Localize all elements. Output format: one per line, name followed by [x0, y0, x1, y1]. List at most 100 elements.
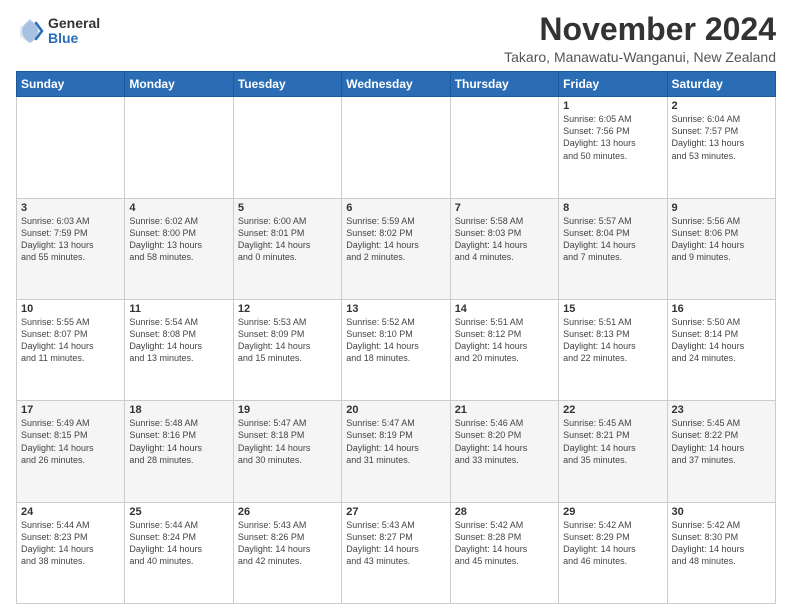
cell-2-0: 10Sunrise: 5:55 AMSunset: 8:07 PMDayligh… — [17, 299, 125, 400]
day-info: Sunrise: 6:03 AMSunset: 7:59 PMDaylight:… — [21, 215, 120, 264]
logo-icon — [16, 17, 44, 45]
day-info: Sunrise: 5:58 AMSunset: 8:03 PMDaylight:… — [455, 215, 554, 264]
day-info: Sunrise: 5:54 AMSunset: 8:08 PMDaylight:… — [129, 316, 228, 365]
day-number: 19 — [238, 404, 337, 416]
day-number: 22 — [563, 404, 662, 416]
day-info: Sunrise: 5:44 AMSunset: 8:23 PMDaylight:… — [21, 519, 120, 568]
page: General Blue November 2024 Takaro, Manaw… — [0, 0, 792, 612]
cell-0-0 — [17, 97, 125, 198]
day-number: 2 — [672, 100, 771, 112]
cell-0-3 — [342, 97, 450, 198]
cell-2-6: 16Sunrise: 5:50 AMSunset: 8:14 PMDayligh… — [667, 299, 775, 400]
cell-3-2: 19Sunrise: 5:47 AMSunset: 8:18 PMDayligh… — [233, 401, 341, 502]
day-number: 20 — [346, 404, 445, 416]
title-section: November 2024 Takaro, Manawatu-Wanganui,… — [504, 12, 776, 65]
day-number: 7 — [455, 202, 554, 214]
cell-1-3: 6Sunrise: 5:59 AMSunset: 8:02 PMDaylight… — [342, 198, 450, 299]
cell-0-1 — [125, 97, 233, 198]
cell-3-1: 18Sunrise: 5:48 AMSunset: 8:16 PMDayligh… — [125, 401, 233, 502]
day-number: 14 — [455, 303, 554, 315]
day-info: Sunrise: 5:44 AMSunset: 8:24 PMDaylight:… — [129, 519, 228, 568]
day-number: 29 — [563, 506, 662, 518]
day-number: 17 — [21, 404, 120, 416]
week-row-4: 17Sunrise: 5:49 AMSunset: 8:15 PMDayligh… — [17, 401, 776, 502]
day-number: 5 — [238, 202, 337, 214]
main-title: November 2024 — [504, 12, 776, 47]
cell-2-1: 11Sunrise: 5:54 AMSunset: 8:08 PMDayligh… — [125, 299, 233, 400]
cell-4-0: 24Sunrise: 5:44 AMSunset: 8:23 PMDayligh… — [17, 502, 125, 603]
day-number: 4 — [129, 202, 228, 214]
logo-text: General Blue — [48, 16, 100, 47]
col-monday: Monday — [125, 72, 233, 97]
day-info: Sunrise: 6:04 AMSunset: 7:57 PMDaylight:… — [672, 113, 771, 162]
day-info: Sunrise: 5:47 AMSunset: 8:18 PMDaylight:… — [238, 417, 337, 466]
day-info: Sunrise: 5:57 AMSunset: 8:04 PMDaylight:… — [563, 215, 662, 264]
weekday-row: Sunday Monday Tuesday Wednesday Thursday… — [17, 72, 776, 97]
day-info: Sunrise: 5:46 AMSunset: 8:20 PMDaylight:… — [455, 417, 554, 466]
week-row-3: 10Sunrise: 5:55 AMSunset: 8:07 PMDayligh… — [17, 299, 776, 400]
cell-3-3: 20Sunrise: 5:47 AMSunset: 8:19 PMDayligh… — [342, 401, 450, 502]
cell-1-6: 9Sunrise: 5:56 AMSunset: 8:06 PMDaylight… — [667, 198, 775, 299]
cell-4-5: 29Sunrise: 5:42 AMSunset: 8:29 PMDayligh… — [559, 502, 667, 603]
cell-0-6: 2Sunrise: 6:04 AMSunset: 7:57 PMDaylight… — [667, 97, 775, 198]
cell-2-5: 15Sunrise: 5:51 AMSunset: 8:13 PMDayligh… — [559, 299, 667, 400]
week-row-1: 1Sunrise: 6:05 AMSunset: 7:56 PMDaylight… — [17, 97, 776, 198]
day-info: Sunrise: 5:42 AMSunset: 8:28 PMDaylight:… — [455, 519, 554, 568]
logo-blue-text: Blue — [48, 31, 100, 46]
day-info: Sunrise: 5:45 AMSunset: 8:22 PMDaylight:… — [672, 417, 771, 466]
day-number: 13 — [346, 303, 445, 315]
cell-4-6: 30Sunrise: 5:42 AMSunset: 8:30 PMDayligh… — [667, 502, 775, 603]
logo: General Blue — [16, 16, 100, 47]
calendar-header: Sunday Monday Tuesday Wednesday Thursday… — [17, 72, 776, 97]
day-info: Sunrise: 5:55 AMSunset: 8:07 PMDaylight:… — [21, 316, 120, 365]
cell-2-2: 12Sunrise: 5:53 AMSunset: 8:09 PMDayligh… — [233, 299, 341, 400]
cell-2-4: 14Sunrise: 5:51 AMSunset: 8:12 PMDayligh… — [450, 299, 558, 400]
cell-3-5: 22Sunrise: 5:45 AMSunset: 8:21 PMDayligh… — [559, 401, 667, 502]
day-number: 24 — [21, 506, 120, 518]
day-number: 18 — [129, 404, 228, 416]
col-saturday: Saturday — [667, 72, 775, 97]
cell-1-0: 3Sunrise: 6:03 AMSunset: 7:59 PMDaylight… — [17, 198, 125, 299]
day-number: 8 — [563, 202, 662, 214]
cell-1-2: 5Sunrise: 6:00 AMSunset: 8:01 PMDaylight… — [233, 198, 341, 299]
day-number: 11 — [129, 303, 228, 315]
day-number: 26 — [238, 506, 337, 518]
cell-1-4: 7Sunrise: 5:58 AMSunset: 8:03 PMDaylight… — [450, 198, 558, 299]
day-number: 21 — [455, 404, 554, 416]
day-number: 27 — [346, 506, 445, 518]
day-number: 10 — [21, 303, 120, 315]
calendar: Sunday Monday Tuesday Wednesday Thursday… — [16, 71, 776, 604]
day-info: Sunrise: 5:52 AMSunset: 8:10 PMDaylight:… — [346, 316, 445, 365]
col-sunday: Sunday — [17, 72, 125, 97]
cell-0-2 — [233, 97, 341, 198]
day-info: Sunrise: 5:59 AMSunset: 8:02 PMDaylight:… — [346, 215, 445, 264]
day-info: Sunrise: 6:00 AMSunset: 8:01 PMDaylight:… — [238, 215, 337, 264]
cell-3-0: 17Sunrise: 5:49 AMSunset: 8:15 PMDayligh… — [17, 401, 125, 502]
cell-0-5: 1Sunrise: 6:05 AMSunset: 7:56 PMDaylight… — [559, 97, 667, 198]
day-info: Sunrise: 5:48 AMSunset: 8:16 PMDaylight:… — [129, 417, 228, 466]
day-info: Sunrise: 5:49 AMSunset: 8:15 PMDaylight:… — [21, 417, 120, 466]
day-number: 9 — [672, 202, 771, 214]
week-row-2: 3Sunrise: 6:03 AMSunset: 7:59 PMDaylight… — [17, 198, 776, 299]
day-number: 1 — [563, 100, 662, 112]
week-row-5: 24Sunrise: 5:44 AMSunset: 8:23 PMDayligh… — [17, 502, 776, 603]
day-info: Sunrise: 5:45 AMSunset: 8:21 PMDaylight:… — [563, 417, 662, 466]
day-info: Sunrise: 5:50 AMSunset: 8:14 PMDaylight:… — [672, 316, 771, 365]
day-info: Sunrise: 5:51 AMSunset: 8:13 PMDaylight:… — [563, 316, 662, 365]
day-info: Sunrise: 5:43 AMSunset: 8:27 PMDaylight:… — [346, 519, 445, 568]
day-number: 6 — [346, 202, 445, 214]
subtitle: Takaro, Manawatu-Wanganui, New Zealand — [504, 49, 776, 65]
cell-1-1: 4Sunrise: 6:02 AMSunset: 8:00 PMDaylight… — [125, 198, 233, 299]
day-info: Sunrise: 5:53 AMSunset: 8:09 PMDaylight:… — [238, 316, 337, 365]
col-friday: Friday — [559, 72, 667, 97]
day-number: 25 — [129, 506, 228, 518]
day-info: Sunrise: 6:02 AMSunset: 8:00 PMDaylight:… — [129, 215, 228, 264]
cell-3-4: 21Sunrise: 5:46 AMSunset: 8:20 PMDayligh… — [450, 401, 558, 502]
day-info: Sunrise: 5:43 AMSunset: 8:26 PMDaylight:… — [238, 519, 337, 568]
day-info: Sunrise: 5:47 AMSunset: 8:19 PMDaylight:… — [346, 417, 445, 466]
cell-1-5: 8Sunrise: 5:57 AMSunset: 8:04 PMDaylight… — [559, 198, 667, 299]
col-tuesday: Tuesday — [233, 72, 341, 97]
logo-general-text: General — [48, 16, 100, 31]
cell-2-3: 13Sunrise: 5:52 AMSunset: 8:10 PMDayligh… — [342, 299, 450, 400]
day-info: Sunrise: 5:42 AMSunset: 8:29 PMDaylight:… — [563, 519, 662, 568]
